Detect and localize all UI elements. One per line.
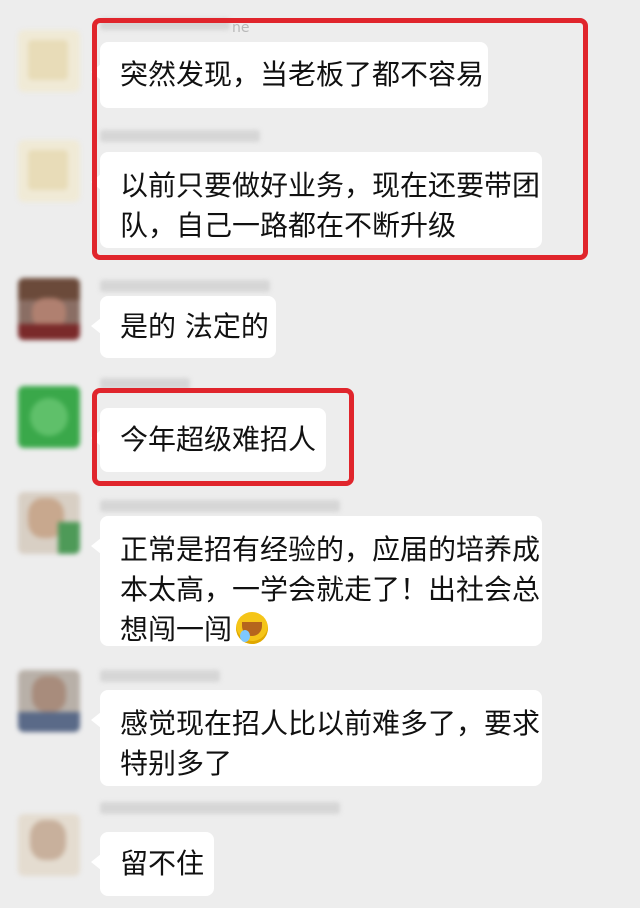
facepalm-emoji-icon (236, 612, 269, 644)
sender-name (100, 670, 220, 682)
sender-name (100, 280, 270, 292)
sender-name (100, 802, 340, 814)
message-bubble: 是的 法定的 (91, 296, 276, 358)
message-bubble: 今年超级难招人 (91, 408, 326, 472)
sender-name (100, 130, 260, 142)
message-line: 本太高，一学会就走了！出社会总 (120, 573, 541, 606)
message-line: 队，自己一路都在不断升级 (120, 209, 457, 242)
avatar[interactable] (18, 386, 80, 448)
message-line: 感觉现在招人比以前难多了，要求 (120, 707, 541, 740)
message-line: 特别多了 (120, 747, 233, 780)
message-line: 以前只要做好业务，现在还要带团 (120, 169, 541, 202)
message-text: 今年超级难招人 (120, 423, 317, 456)
message-bubble: 突然发现，当老板了都不容易 (91, 42, 488, 108)
message-text: 留不住 (120, 847, 205, 880)
message-text: 是的 法定的 (120, 310, 269, 343)
sender-name (100, 18, 230, 30)
sender-name (100, 500, 340, 512)
message-bubble: 正常是招有经验的，应届的培养成 本太高，一学会就走了！出社会总 想闯一闯 (91, 516, 542, 646)
message-line: 想闯一闯 (120, 610, 522, 650)
sender-name (100, 378, 190, 390)
avatar[interactable] (18, 278, 80, 340)
avatar[interactable] (18, 492, 80, 554)
message-line: 正常是招有经验的，应届的培养成 (120, 533, 541, 566)
message-bubble: 感觉现在招人比以前难多了，要求 特别多了 (91, 690, 542, 786)
message-bubble: 以前只要做好业务，现在还要带团 队，自己一路都在不断升级 (91, 152, 542, 248)
avatar[interactable] (18, 814, 80, 876)
sender-name-fragment: ne (232, 20, 250, 36)
message-text: 突然发现，当老板了都不容易 (120, 58, 485, 91)
avatar[interactable] (18, 670, 80, 732)
avatar[interactable] (18, 30, 80, 92)
avatar[interactable] (18, 140, 80, 202)
message-bubble: 留不住 (91, 832, 214, 896)
